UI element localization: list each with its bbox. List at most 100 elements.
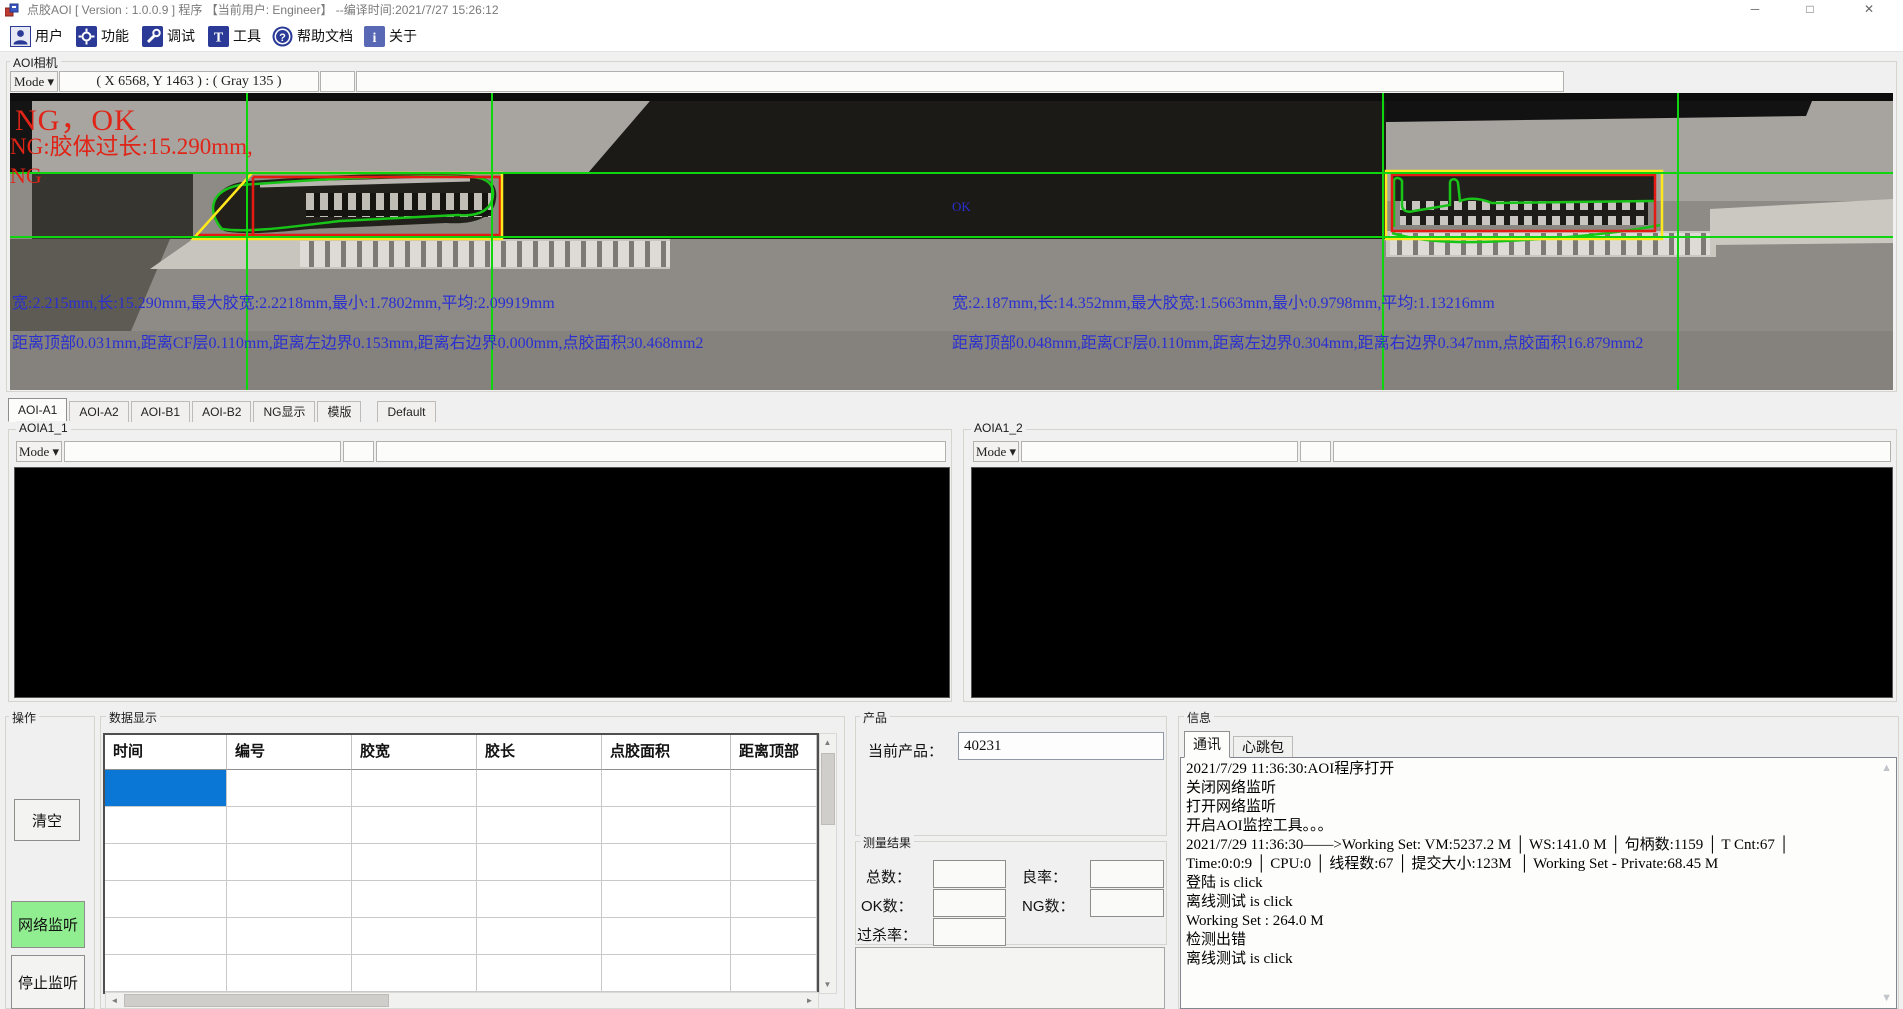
table-cell[interactable] <box>731 770 817 807</box>
camera-mode-dropdown[interactable]: Mode ▾ <box>10 71 58 92</box>
tab-aoi-a2[interactable]: AOI-A2 <box>69 401 128 422</box>
table-cell[interactable] <box>105 955 227 992</box>
table-cell[interactable] <box>227 881 352 918</box>
table-cell[interactable] <box>352 844 477 881</box>
table-cell[interactable] <box>105 881 227 918</box>
table-cell[interactable] <box>731 881 817 918</box>
ng-label-text: NG <box>10 163 42 189</box>
table-cell[interactable] <box>477 770 602 807</box>
data-table: 时间编号胶宽胶长点胶面积距离顶部 <box>103 733 819 994</box>
app-window: 点胶AOI [ Version : 1.0.0.9 ] 程序 【当前用户: En… <box>0 0 1903 1009</box>
table-cell[interactable] <box>602 955 731 992</box>
minimize-button[interactable]: ─ <box>1734 0 1776 20</box>
menu-about-label: 关于 <box>389 26 417 46</box>
close-button[interactable]: ✕ <box>1848 0 1890 20</box>
viewport-image-right <box>971 467 1893 698</box>
table-cell[interactable] <box>477 844 602 881</box>
viewport-right-label: AOIA1_2 <box>971 421 1026 435</box>
column-header[interactable]: 胶长 <box>477 735 602 770</box>
table-vscroll-up-icon[interactable]: ▲ <box>820 735 835 750</box>
table-hscroll-right-icon[interactable]: ► <box>802 993 817 1008</box>
log-line: 离线测试 is click <box>1181 893 1896 912</box>
table-vscrollbar[interactable]: ▲ ▼ <box>819 733 837 994</box>
column-header[interactable]: 点胶面积 <box>602 735 731 770</box>
menu-function[interactable]: 功能 <box>76 24 129 48</box>
table-cell[interactable] <box>352 807 477 844</box>
network-listen-button[interactable]: 网络监听 <box>11 901 85 948</box>
tab-template[interactable]: 模版 <box>317 401 361 422</box>
total-label: 总数： <box>866 866 911 887</box>
table-cell[interactable] <box>227 770 352 807</box>
table-hscroll-left-icon[interactable]: ◄ <box>107 993 122 1008</box>
table-vscroll-down-icon[interactable]: ▼ <box>820 977 835 992</box>
current-product-input[interactable] <box>958 732 1164 760</box>
table-cell[interactable] <box>227 955 352 992</box>
table-cell[interactable] <box>477 807 602 844</box>
table-hscroll-thumb[interactable] <box>124 994 389 1007</box>
table-cell[interactable] <box>477 881 602 918</box>
table-cell[interactable] <box>602 770 731 807</box>
ok-label-text: OK <box>952 199 971 215</box>
log-scroll-up-icon[interactable]: ▲ <box>1881 762 1892 774</box>
table-cell[interactable] <box>602 807 731 844</box>
svg-text:i: i <box>373 31 377 46</box>
column-header[interactable]: 距离顶部 <box>731 735 817 770</box>
tab-heartbeat[interactable]: 心跳包 <box>1233 736 1293 758</box>
stop-listen-button[interactable]: 停止监听 <box>11 955 85 1009</box>
column-header[interactable]: 胶宽 <box>352 735 477 770</box>
tab-comm[interactable]: 通讯 <box>1184 731 1230 758</box>
tab-aoi-b2[interactable]: AOI-B2 <box>192 401 251 422</box>
table-hscrollbar[interactable]: ◄ ► <box>105 992 819 1009</box>
info-group-label: 信息 <box>1184 709 1214 726</box>
tab-ng-display[interactable]: NG显示 <box>253 401 315 422</box>
menu-help[interactable]: ? 帮助文档 <box>272 24 353 48</box>
measurement-group-label: 测量结果 <box>860 834 914 851</box>
table-cell[interactable] <box>731 955 817 992</box>
table-cell[interactable] <box>227 807 352 844</box>
table-cell[interactable] <box>352 955 477 992</box>
table-cell[interactable] <box>105 844 227 881</box>
table-cell[interactable] <box>352 918 477 955</box>
log-area[interactable]: 2021/7/29 11:36:30:AOI程序打开关闭网络监听打开网络监听开启… <box>1180 757 1897 1009</box>
table-cell[interactable] <box>731 918 817 955</box>
viewport-left-label: AOIA1_1 <box>16 421 71 435</box>
table-cell[interactable] <box>731 807 817 844</box>
clear-button[interactable]: 清空 <box>14 799 80 841</box>
table-cell[interactable] <box>227 844 352 881</box>
table-cell[interactable] <box>352 881 477 918</box>
overkill-value-box <box>933 918 1006 946</box>
log-line: Time:0:0:9 │ CPU:0 │ 线程数:67 │ 提交大小:123M … <box>1181 855 1896 874</box>
maximize-button[interactable]: □ <box>1789 0 1831 20</box>
result-note-panel <box>855 947 1165 1009</box>
menu-about[interactable]: i 关于 <box>364 24 417 48</box>
menu-tools[interactable]: T 工具 <box>208 24 261 48</box>
table-cell[interactable] <box>731 844 817 881</box>
table-cell[interactable] <box>602 844 731 881</box>
camera-view[interactable]: NG，OK NG:胶体过长:15.290mm, NG OK 宽:2.215mm,… <box>10 93 1893 390</box>
table-cell[interactable] <box>602 881 731 918</box>
table-cell[interactable] <box>105 770 227 807</box>
column-header[interactable]: 编号 <box>227 735 352 770</box>
table-cell[interactable] <box>477 918 602 955</box>
menu-user[interactable]: 用户 <box>10 24 63 48</box>
viewport-right-mode-dropdown[interactable]: Mode ▾ <box>973 441 1019 462</box>
viewport-left-mode-dropdown[interactable]: Mode ▾ <box>16 441 62 462</box>
column-header[interactable]: 时间 <box>105 735 227 770</box>
viewport-right-box-3 <box>1333 441 1891 462</box>
table-cell[interactable] <box>352 770 477 807</box>
tab-default[interactable]: Default <box>377 401 435 422</box>
tab-aoi-a1[interactable]: AOI-A1 <box>8 398 67 422</box>
log-scroll-down-icon[interactable]: ▼ <box>1881 992 1892 1004</box>
overkill-label: 过杀率： <box>857 924 917 945</box>
table-cell[interactable] <box>477 955 602 992</box>
table-vscroll-thumb[interactable] <box>821 753 835 825</box>
menu-debug[interactable]: 调试 <box>142 24 195 48</box>
table-cell[interactable] <box>105 807 227 844</box>
table-cell[interactable] <box>602 918 731 955</box>
tab-aoi-b1[interactable]: AOI-B1 <box>131 401 190 422</box>
help-icon: ? <box>272 26 293 47</box>
wrench-icon <box>142 26 163 47</box>
table-cell[interactable] <box>227 918 352 955</box>
total-value-box <box>933 860 1006 888</box>
table-cell[interactable] <box>105 918 227 955</box>
